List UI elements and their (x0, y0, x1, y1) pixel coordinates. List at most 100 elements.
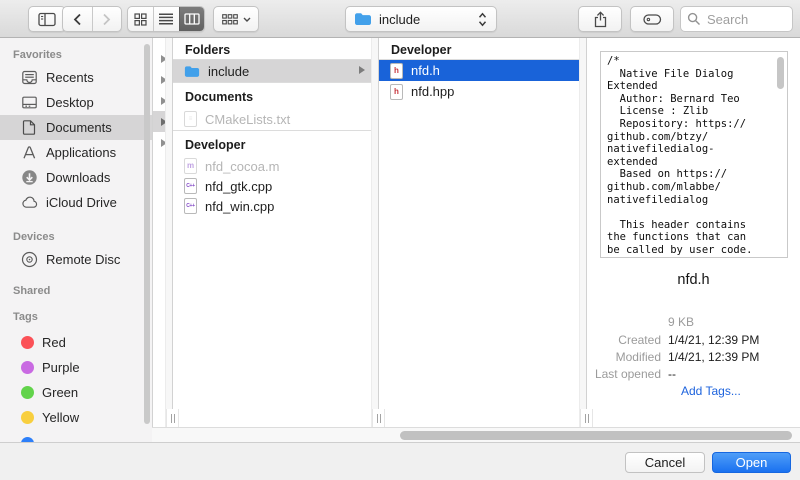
sidebar-item-label: Downloads (46, 170, 110, 185)
modified-value: 1/4/21, 12:39 PM (668, 350, 759, 366)
file-name: include (208, 64, 249, 79)
sidebar-item-label: Desktop (46, 95, 94, 110)
forward-button[interactable] (92, 7, 121, 31)
file-name: nfd.hpp (411, 84, 454, 99)
column-header-developer: Developer (379, 38, 579, 60)
tag-green-dot (21, 386, 34, 399)
sidebar-item-tag-purple[interactable]: Purple (0, 355, 152, 380)
applications-icon (21, 144, 38, 161)
sidebar-item-icloud-drive[interactable]: iCloud Drive (0, 190, 152, 215)
column-divider (152, 38, 153, 427)
sidebar-item-label: Documents (46, 120, 112, 135)
sidebar-item-tag-yellow[interactable]: Yellow (0, 405, 152, 430)
file-name: nfd_win.cpp (205, 199, 274, 214)
column-header-folders: Folders (173, 38, 371, 60)
cancel-button[interactable]: Cancel (625, 452, 705, 473)
current-folder-dropdown[interactable]: include (345, 6, 497, 32)
toggle-sidebar-button[interactable] (28, 6, 66, 32)
open-button[interactable]: Open (712, 452, 791, 473)
sidebar-item-label: Purple (42, 360, 80, 375)
icon-view-button[interactable] (128, 7, 153, 31)
file-row-nfd-gtk[interactable]: C++ nfd_gtk.cpp (173, 176, 371, 196)
preview-size-row: 9 KB (587, 315, 797, 331)
sidebar-item-label: Yellow (42, 410, 79, 425)
file-name: CMakeLists.txt (205, 112, 290, 127)
sidebar-item-label: Recents (46, 70, 94, 85)
sidebar: Favorites Recents Desktop Documents Appl… (0, 38, 152, 442)
search-icon (687, 12, 701, 26)
preview-modified-row: Modified 1/4/21, 12:39 PM (587, 350, 797, 366)
file-content-preview: /* Native File Dialog Extended Author: B… (600, 51, 788, 258)
sidebar-item-tag-green[interactable]: Green (0, 380, 152, 405)
arrange-button[interactable] (213, 6, 259, 32)
sidebar-section-tags: Tags (13, 311, 38, 323)
forward-icon (102, 13, 111, 26)
column-scroll-gutter (579, 38, 586, 427)
column-resize-handle[interactable] (372, 409, 385, 427)
group-header-developer: Developer (173, 130, 371, 156)
column-resize-handle[interactable] (166, 409, 179, 427)
sidebar-toggle-icon (38, 12, 56, 27)
objc-file-icon: m (184, 158, 197, 174)
preview-pane: /* Native File Dialog Extended Author: B… (587, 38, 800, 427)
file-row-nfd-cocoa[interactable]: m nfd_cocoa.m (173, 156, 371, 176)
sidebar-item-label: Green (42, 385, 78, 400)
file-row-cmakelists[interactable]: ≡ CMakeLists.txt (173, 108, 371, 130)
column-divider (586, 38, 587, 427)
sidebar-item-downloads[interactable]: Downloads (0, 165, 152, 190)
horizontal-scrollbar-track[interactable] (152, 427, 800, 442)
file-row-nfd-h[interactable]: h nfd.h (379, 60, 579, 81)
column-scroll-gutter (165, 38, 172, 427)
horizontal-scrollbar-thumb[interactable] (400, 431, 792, 440)
icloud-icon (21, 194, 38, 211)
tag-yellow-dot (21, 411, 34, 424)
group-header-documents: Documents (173, 82, 371, 108)
sidebar-section-favorites: Favorites (13, 49, 62, 61)
sidebar-item-tag-red[interactable]: Red (0, 330, 152, 355)
folder-icon (354, 12, 372, 26)
column-view-button[interactable] (179, 7, 204, 31)
list-view-button[interactable] (153, 7, 178, 31)
documents-icon (21, 119, 38, 136)
cpp-file-icon: C++ (184, 178, 197, 194)
text-file-icon: ≡ (184, 111, 197, 127)
tag-button[interactable] (630, 6, 674, 32)
recents-icon (21, 69, 38, 86)
file-row-nfd-win[interactable]: C++ nfd_win.cpp (173, 196, 371, 216)
column-divider (378, 38, 379, 427)
sidebar-item-recents[interactable]: Recents (0, 65, 152, 90)
column-scroll-gutter (371, 38, 378, 427)
share-button[interactable] (578, 6, 622, 32)
sidebar-item-tag-blue[interactable] (0, 431, 152, 442)
preview-code-text: /* Native File Dialog Extended Author: B… (607, 55, 773, 257)
add-tags-link[interactable]: Add Tags... (668, 384, 741, 400)
sidebar-scrollbar[interactable] (144, 44, 150, 424)
updown-chevron-icon (478, 12, 487, 27)
icon-view-icon (134, 13, 147, 26)
back-icon (73, 13, 82, 26)
column-view-icon (184, 13, 200, 25)
chevron-down-icon (243, 17, 251, 22)
preview-scrollbar[interactable] (777, 57, 784, 89)
sidebar-item-label: Remote Disc (46, 252, 120, 267)
preview-created-row: Created 1/4/21, 12:39 PM (587, 333, 797, 349)
sidebar-item-desktop[interactable]: Desktop (0, 90, 152, 115)
file-row-include[interactable]: include (173, 60, 371, 82)
share-icon (593, 11, 608, 28)
sidebar-item-applications[interactable]: Applications (0, 140, 152, 165)
sidebar-item-label: Applications (46, 145, 116, 160)
back-button[interactable] (63, 7, 92, 31)
desktop-icon (21, 94, 38, 111)
tag-red-dot (21, 336, 34, 349)
sidebar-item-documents[interactable]: Documents (0, 115, 152, 140)
preview-add-tags-row: Add Tags... (587, 384, 797, 400)
sidebar-item-label: iCloud Drive (46, 195, 117, 210)
preview-filename: nfd.h (587, 272, 800, 288)
disclosure-arrow-icon (359, 66, 365, 74)
column-resize-handle[interactable] (580, 409, 593, 427)
file-row-nfd-hpp[interactable]: h nfd.hpp (379, 81, 579, 102)
sidebar-item-remote-disc[interactable]: Remote Disc (0, 247, 152, 272)
header-file-icon: h (390, 63, 403, 79)
created-value: 1/4/21, 12:39 PM (668, 333, 759, 349)
current-folder-label: include (379, 12, 420, 27)
